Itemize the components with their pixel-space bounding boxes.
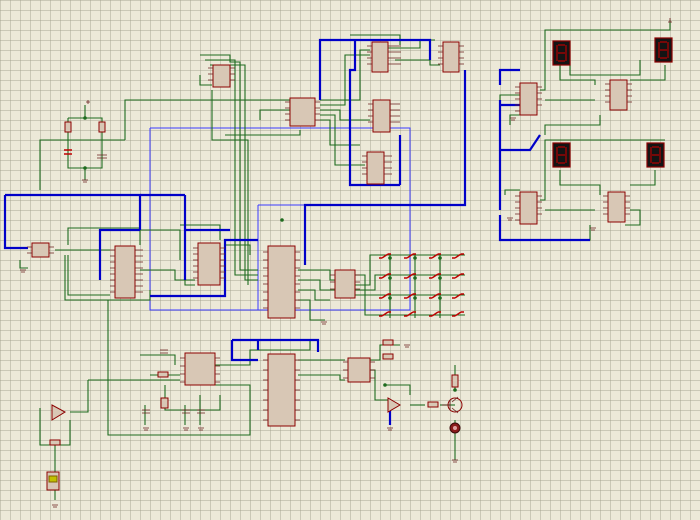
schematic-canvas[interactable]	[0, 0, 700, 520]
seven-segment-display-top-right	[654, 37, 673, 63]
seven-segment-display-bottom-left	[552, 142, 571, 168]
seven-segment-display-top-left	[552, 40, 571, 66]
push-button-keypad	[379, 253, 464, 317]
schematic-drawing	[3, 18, 673, 508]
seven-segment-display-bottom-right	[646, 142, 665, 168]
chip-pins	[27, 45, 632, 421]
